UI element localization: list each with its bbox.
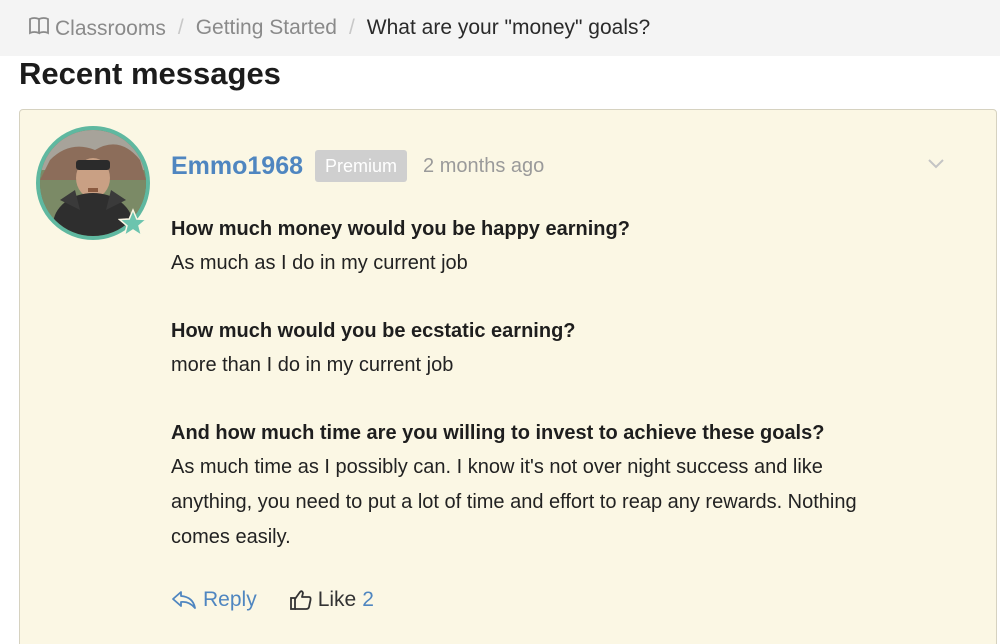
- breadcrumb-separator: /: [348, 16, 355, 39]
- star-icon: [118, 208, 148, 238]
- question-text: And how much time are you willing to inv…: [171, 422, 825, 444]
- breadcrumb-separator: /: [177, 16, 184, 39]
- breadcrumb-item-classrooms[interactable]: Classrooms: [28, 15, 166, 41]
- answer-line: As much time as I possibly can. I know i…: [171, 456, 823, 478]
- qa-block: How much would you be ecstatic earning? …: [171, 316, 951, 383]
- answer-text: more than I do in my current job: [171, 354, 454, 376]
- question-text: How much would you be ecstatic earning?: [171, 320, 576, 342]
- answer-text: As much as I do in my current job: [171, 252, 468, 274]
- qa-block: How much money would you be happy earnin…: [171, 214, 951, 281]
- book-icon: [29, 17, 49, 35]
- message-meta: Emmo1968 Premium 2 months ago: [171, 150, 544, 182]
- timestamp[interactable]: 2 months ago: [423, 155, 544, 178]
- premium-badge: Premium: [315, 150, 408, 182]
- breadcrumb-item-current: What are your "money" goals?: [366, 16, 651, 39]
- reply-label: Reply: [203, 588, 257, 611]
- message-card: Emmo1968 Premium 2 months ago How much m…: [19, 109, 997, 644]
- like-label: Like: [317, 588, 357, 611]
- message-actions: Reply Like 2: [171, 588, 374, 612]
- reply-icon: [172, 591, 196, 609]
- answer-line: anything, you need to put a lot of time …: [171, 491, 857, 513]
- qa-block: And how much time are you willing to inv…: [171, 418, 951, 555]
- answer-line: comes easily.: [171, 526, 291, 548]
- avatar-container[interactable]: [36, 126, 150, 240]
- breadcrumb-label-classrooms: Classrooms: [55, 17, 166, 40]
- thumbs-up-icon: [289, 590, 312, 610]
- reply-button[interactable]: Reply: [171, 588, 257, 612]
- like-count[interactable]: 2: [362, 588, 374, 612]
- message-body: How much money would you be happy earnin…: [171, 214, 951, 590]
- question-text: How much money would you be happy earnin…: [171, 218, 630, 240]
- breadcrumb-item-getting-started[interactable]: Getting Started: [196, 16, 337, 40]
- chevron-down-icon[interactable]: [926, 156, 946, 170]
- author-name[interactable]: Emmo1968: [171, 152, 303, 181]
- breadcrumb: Classrooms / Getting Started / What are …: [0, 0, 1000, 56]
- like-button[interactable]: Like 2: [289, 588, 374, 612]
- section-title: Recent messages: [19, 56, 281, 91]
